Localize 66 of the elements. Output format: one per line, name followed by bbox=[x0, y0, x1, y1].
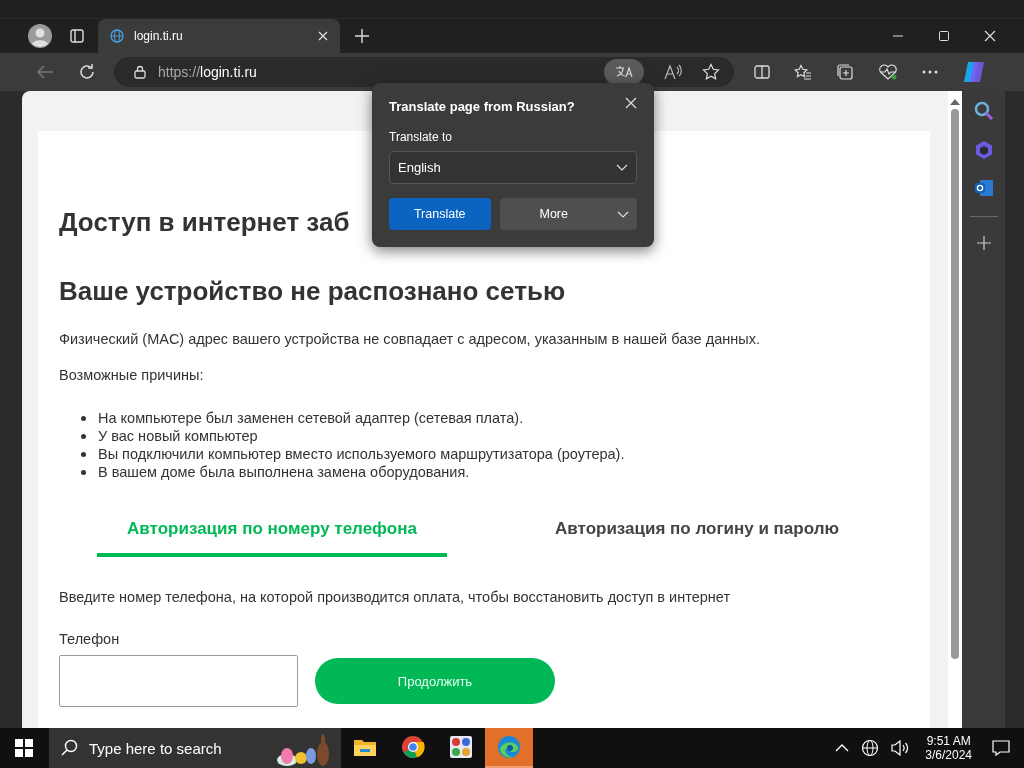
address-bar[interactable]: https://login.ti.ru bbox=[114, 57, 734, 87]
refresh-icon[interactable] bbox=[78, 63, 96, 81]
windows-start-icon[interactable] bbox=[15, 739, 33, 757]
add-icon[interactable] bbox=[976, 236, 991, 250]
page-subheading: Ваше устройство не распознано сетью bbox=[59, 276, 567, 307]
tab-actions-icon[interactable] bbox=[70, 29, 84, 43]
phone-label: Телефон bbox=[59, 631, 121, 647]
language-dropdown[interactable]: English bbox=[389, 151, 637, 184]
translate-button[interactable]: Translate bbox=[389, 198, 491, 230]
mail-app-icon[interactable] bbox=[973, 179, 994, 197]
bullet-icon bbox=[81, 433, 86, 439]
bullet-icon bbox=[81, 415, 86, 421]
reason-text: На компьютере был заменен сетевой адаптер (сетевая плата). bbox=[98, 409, 524, 427]
scrollbar-thumb[interactable] bbox=[951, 109, 959, 659]
more-button[interactable]: More bbox=[499, 198, 637, 230]
clock-date: 3/6/2024 bbox=[925, 748, 972, 762]
scroll-up-icon[interactable] bbox=[950, 99, 960, 105]
url-text: https://login.ti.ru bbox=[158, 64, 257, 80]
bullet-icon bbox=[81, 469, 86, 475]
read-aloud-icon[interactable] bbox=[664, 64, 682, 80]
close-icon[interactable] bbox=[984, 30, 996, 42]
speaker-icon[interactable] bbox=[891, 740, 910, 756]
reason-text: В вашем доме была выполнена замена оборудования. bbox=[98, 463, 470, 481]
edge-icon bbox=[497, 735, 521, 759]
maximize-icon[interactable] bbox=[938, 30, 950, 42]
bullet-icon bbox=[81, 451, 86, 457]
collections-icon[interactable] bbox=[836, 63, 854, 81]
auth-tab[interactable]: Авторизация по логину и паролю bbox=[522, 513, 872, 557]
popup-title: Translate page from Russian? bbox=[389, 99, 575, 114]
close-icon[interactable] bbox=[625, 97, 637, 109]
more-icon[interactable] bbox=[922, 70, 938, 74]
chrome-icon bbox=[401, 735, 425, 759]
new-tab-icon[interactable] bbox=[354, 28, 370, 44]
clock-time: 9:51 AM bbox=[926, 734, 971, 748]
browser-tab[interactable]: login.ti.ru bbox=[98, 19, 340, 53]
page-heading: Доступ в интернет заб bbox=[59, 207, 350, 238]
back-icon[interactable] bbox=[36, 64, 54, 80]
tab-title: login.ti.ru bbox=[134, 29, 184, 43]
taskbar-search-field[interactable]: Type here to search bbox=[49, 728, 341, 768]
tiles-app-icon bbox=[449, 735, 473, 759]
star-icon[interactable] bbox=[702, 63, 720, 81]
instruction-text: Введите номер телефона, на которой производится оплата, чтобы восстановить доступ в интернет bbox=[59, 589, 732, 605]
phone-input-field[interactable] bbox=[59, 655, 298, 707]
heartbeat-icon[interactable] bbox=[878, 64, 898, 80]
favorites-icon[interactable] bbox=[794, 64, 812, 80]
translate-to-label: Translate to bbox=[389, 130, 453, 144]
description-text: Физический (MAC) адрес вашего устройства не совпадает с адресом, указанным в нашей базе данных. bbox=[59, 331, 761, 347]
reason-text: Вы подключили компьютер вместо используемого маршрутизатора (роутера). bbox=[98, 445, 625, 463]
chevron-up-icon[interactable] bbox=[835, 744, 850, 752]
translate-icon[interactable] bbox=[604, 59, 644, 85]
profile-avatar-icon[interactable] bbox=[28, 24, 52, 48]
lock-icon bbox=[134, 65, 146, 79]
folder-icon bbox=[353, 737, 377, 757]
search-icon[interactable] bbox=[973, 101, 994, 121]
chevron-down-icon bbox=[617, 210, 629, 218]
hexagon-app-icon[interactable] bbox=[973, 140, 994, 160]
globe-icon bbox=[110, 29, 124, 43]
copilot-icon[interactable] bbox=[962, 60, 986, 84]
reason-text: У вас новый компьютер bbox=[98, 427, 258, 445]
close-tab-icon[interactable] bbox=[318, 31, 328, 41]
search-icon bbox=[61, 739, 79, 757]
chevron-down-icon bbox=[616, 164, 628, 171]
reasons-label: Возможные причины: bbox=[59, 367, 205, 383]
split-screen-icon[interactable] bbox=[754, 64, 770, 80]
network-globe-icon[interactable] bbox=[861, 739, 880, 757]
notification-icon[interactable] bbox=[992, 739, 1010, 757]
